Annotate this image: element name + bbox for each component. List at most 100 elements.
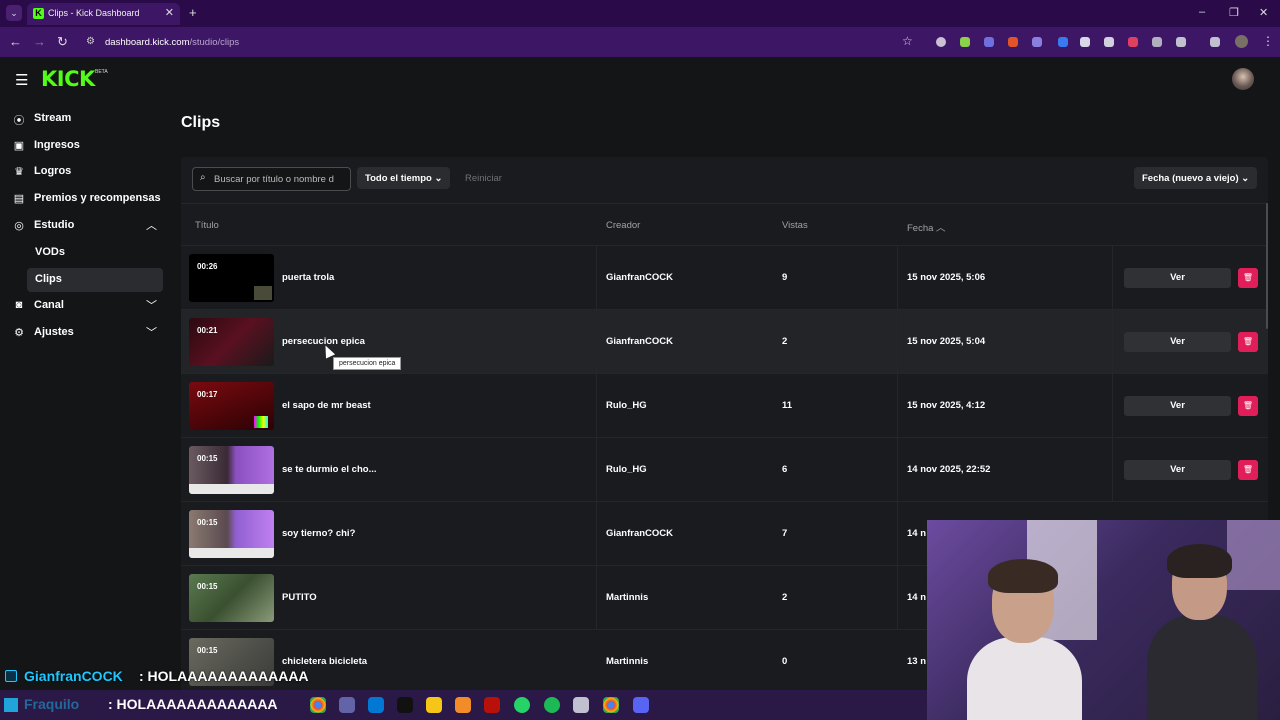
extension-icon[interactable] xyxy=(936,37,946,47)
clip-thumbnail[interactable]: 00:26 xyxy=(189,254,274,302)
kick-logo[interactable]: KICK xyxy=(41,67,95,91)
puzzle-icon[interactable] xyxy=(1176,37,1186,47)
back-icon[interactable]: ← xyxy=(9,34,22,49)
delete-icon[interactable]: 🗑 xyxy=(1238,396,1258,416)
delete-icon[interactable]: 🗑 xyxy=(1238,332,1258,352)
sidebar-item-vods[interactable]: VODs xyxy=(27,241,163,265)
clip-thumbnail[interactable]: 00:15 xyxy=(189,510,274,558)
clip-thumbnail[interactable]: 00:15 xyxy=(189,574,274,622)
user-avatar[interactable] xyxy=(1232,68,1254,90)
person xyxy=(1147,544,1257,720)
scrollbar-thumb[interactable] xyxy=(1266,203,1268,329)
sidebar-item-ajustes[interactable]: ⚙ Ajustes ﹀ xyxy=(0,321,170,345)
column-header-date[interactable]: Fecha ︿ xyxy=(907,220,946,234)
table-row[interactable]: 00:15 se te durmio el cho... Rulo_HG 6 1… xyxy=(181,437,1268,502)
sidebar-item-stream[interactable]: ⦿ Stream xyxy=(0,107,170,131)
sort-asc-icon: ︿ xyxy=(936,223,946,234)
discord-icon[interactable] xyxy=(633,697,649,713)
view-button[interactable]: Ver xyxy=(1124,332,1231,352)
new-tab-icon[interactable]: + xyxy=(189,5,197,20)
extension-icon[interactable] xyxy=(1058,37,1068,47)
search-input[interactable] xyxy=(214,171,346,187)
more-menu-icon[interactable]: ⋮ xyxy=(1262,34,1274,48)
column-header-title[interactable]: Título xyxy=(195,220,219,231)
window-close-icon[interactable]: ✕ xyxy=(1259,6,1268,19)
clip-creator[interactable]: Martinnis xyxy=(606,592,648,603)
chevron-down-icon: ﹀ xyxy=(146,300,157,312)
spotify-icon[interactable] xyxy=(544,697,560,713)
reload-icon[interactable]: ↻ xyxy=(57,34,68,50)
search-box[interactable]: ⌕ xyxy=(192,167,351,191)
chrome-icon[interactable] xyxy=(603,697,619,713)
sidebar-item-label: Ingresos xyxy=(34,139,80,151)
sidebar-item-clips[interactable]: Clips xyxy=(27,268,163,292)
delete-icon[interactable]: 🗑 xyxy=(1238,268,1258,288)
table-row[interactable]: 00:26 puerta trola GianfranCOCK 9 15 nov… xyxy=(181,245,1268,310)
extension-icon[interactable] xyxy=(960,37,970,47)
shield-icon[interactable] xyxy=(1104,37,1114,47)
browser-tab[interactable]: K Clips - Kick Dashboard ✕ xyxy=(27,3,180,25)
sidebar-item-logros[interactable]: ♛ Logros xyxy=(0,160,170,184)
clip-views: 2 xyxy=(782,592,788,603)
column-header-views[interactable]: Vistas xyxy=(782,220,808,231)
time-filter-dropdown[interactable]: Todo el tiempo ⌄ xyxy=(357,167,451,189)
chrome-icon[interactable] xyxy=(310,697,326,713)
app-icon[interactable] xyxy=(573,697,589,713)
start-icon[interactable] xyxy=(4,698,18,712)
extension-icon[interactable] xyxy=(1008,37,1018,47)
menu-icon[interactable]: ☰ xyxy=(15,71,28,89)
clip-creator[interactable]: GianfranCOCK xyxy=(606,336,673,347)
tab-list-button[interactable]: ⌄ xyxy=(6,5,22,21)
app-icon[interactable] xyxy=(455,697,471,713)
clip-creator[interactable]: Rulo_HG xyxy=(606,464,647,475)
reading-list-icon[interactable] xyxy=(1210,37,1220,47)
sidebar-item-premios[interactable]: ▤ Premios y recompensas xyxy=(0,187,170,211)
sort-dropdown[interactable]: Fecha (nuevo a viejo) ⌄ xyxy=(1134,167,1258,189)
extension-icon[interactable] xyxy=(1080,37,1090,47)
clip-thumbnail[interactable]: 00:17 xyxy=(189,382,274,430)
clip-title: puerta trola xyxy=(282,272,335,283)
vscode-icon[interactable] xyxy=(368,697,384,713)
sidebar-item-ingresos[interactable]: ▣ Ingresos xyxy=(0,134,170,158)
extension-icon[interactable] xyxy=(984,37,994,47)
column-divider xyxy=(596,438,597,502)
clip-creator[interactable]: Rulo_HG xyxy=(606,400,647,411)
teams-icon[interactable] xyxy=(339,697,355,713)
view-button[interactable]: Ver xyxy=(1124,460,1231,480)
sidebar-item-estudio[interactable]: ◎ Estudio ︿ xyxy=(0,214,170,238)
table-row[interactable]: 00:17 el sapo de mr beast Rulo_HG 11 15 … xyxy=(181,373,1268,438)
app-icon[interactable] xyxy=(397,697,413,713)
filezilla-icon[interactable] xyxy=(484,697,500,713)
clip-thumbnail[interactable]: 00:21 xyxy=(189,318,274,366)
file-explorer-icon[interactable] xyxy=(426,697,442,713)
extension-icon[interactable] xyxy=(1152,37,1162,47)
restore-icon[interactable]: ❐ xyxy=(1229,6,1239,19)
delete-icon[interactable]: 🗑 xyxy=(1238,460,1258,480)
extension-icon[interactable] xyxy=(1128,37,1138,47)
chat-text: : HOLAAAAAAAAAAAAA xyxy=(108,696,278,712)
minimize-icon[interactable]: – xyxy=(1199,6,1205,18)
clip-thumbnail[interactable]: 00:15 xyxy=(189,446,274,494)
clip-views: 0 xyxy=(782,656,788,667)
clip-creator[interactable]: Martinnis xyxy=(606,656,648,667)
view-button[interactable]: Ver xyxy=(1124,268,1231,288)
clip-creator[interactable]: GianfranCOCK xyxy=(606,272,673,283)
column-header-creator[interactable]: Creador xyxy=(606,220,640,231)
extension-icon[interactable] xyxy=(1032,37,1042,47)
clip-creator[interactable]: GianfranCOCK xyxy=(606,528,673,539)
page-title: Clips xyxy=(181,114,221,131)
reset-button[interactable]: Reiniciar xyxy=(465,173,502,184)
close-icon[interactable]: ✕ xyxy=(165,6,174,19)
clip-title: el sapo de mr beast xyxy=(282,400,371,411)
clip-date: 14 n xyxy=(907,528,927,539)
bookmark-star-icon[interactable]: ☆ xyxy=(902,34,913,48)
site-info-icon[interactable]: ⚙ xyxy=(86,36,95,47)
browser-profile-avatar[interactable] xyxy=(1235,35,1248,48)
sidebar-item-canal[interactable]: ◙ Canal ﹀ xyxy=(0,294,170,318)
sidebar-item-label: VODs xyxy=(35,246,65,258)
url-field[interactable]: dashboard.kick.com/studio/clips xyxy=(105,37,239,48)
whatsapp-icon[interactable] xyxy=(514,697,530,713)
forward-icon[interactable]: → xyxy=(33,34,46,49)
time-filter-label: Todo el tiempo xyxy=(365,173,432,184)
view-button[interactable]: Ver xyxy=(1124,396,1231,416)
